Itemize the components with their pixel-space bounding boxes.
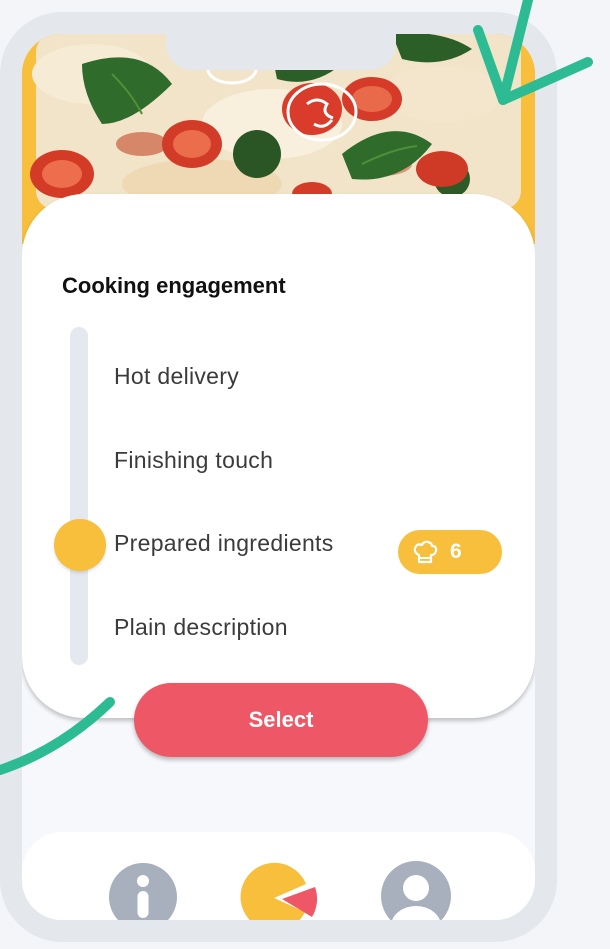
option-prepared-ingredients[interactable]: Prepared ingredients bbox=[114, 530, 334, 557]
info-icon bbox=[109, 863, 177, 920]
nav-profile[interactable] bbox=[380, 860, 452, 920]
nav-info[interactable] bbox=[108, 862, 178, 920]
engagement-slider-thumb[interactable] bbox=[54, 519, 106, 571]
phone-frame: Cooking engagement Hot delivery Finishin… bbox=[0, 12, 557, 942]
chef-count-badge: 6 bbox=[398, 530, 502, 574]
chef-hat-icon bbox=[413, 540, 438, 564]
engagement-slider-track[interactable] bbox=[70, 327, 88, 665]
nav-stats[interactable] bbox=[238, 862, 322, 920]
card-title: Cooking engagement bbox=[62, 273, 286, 298]
phone-notch bbox=[166, 34, 396, 70]
profile-icon bbox=[381, 861, 451, 920]
engagement-card: Cooking engagement Hot delivery Finishin… bbox=[22, 194, 535, 718]
bottom-navigation bbox=[22, 832, 535, 920]
option-finishing-touch[interactable]: Finishing touch bbox=[114, 447, 273, 474]
pie-chart-icon bbox=[240, 862, 318, 920]
select-button[interactable]: Select bbox=[134, 683, 428, 757]
option-hot-delivery[interactable]: Hot delivery bbox=[114, 363, 239, 390]
option-plain-description[interactable]: Plain description bbox=[114, 614, 288, 641]
chef-count-value: 6 bbox=[450, 540, 462, 563]
